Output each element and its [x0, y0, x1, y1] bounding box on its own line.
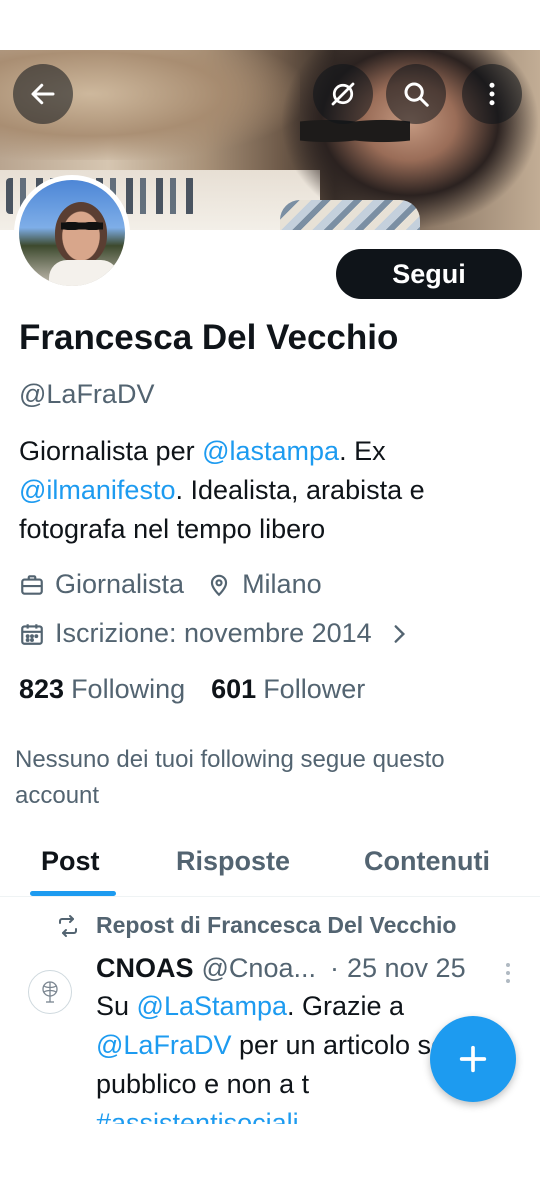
arrow-left-icon: [31, 83, 55, 105]
profile-location: Milano: [242, 569, 322, 599]
repost-label: Repost di Francesca Del Vecchio: [96, 912, 457, 938]
tweet-more-icon[interactable]: [500, 960, 516, 986]
repost-icon: [59, 914, 77, 937]
avatar-face: [55, 202, 107, 264]
plus-icon: [459, 1045, 487, 1073]
avatar-shirt: [49, 260, 119, 286]
no-mutual-followers-text: Nessuno dei tuoi following segue questo …: [15, 746, 445, 809]
banner-scarf: [280, 200, 420, 230]
bio-mention-lastampa[interactable]: @lastampa: [202, 436, 339, 466]
profile-avatar[interactable]: [14, 175, 130, 291]
more-vertical-icon: [489, 82, 495, 106]
tweet-author-handle[interactable]: @Cnoa...: [202, 953, 316, 984]
tweet-text-part: . Grazie a: [287, 991, 405, 1021]
tweet-author-avatar[interactable]: [28, 970, 72, 1014]
tweet-header: CNOAS @Cnoa... · 25 nov 25: [96, 953, 466, 984]
tweet-hashtag[interactable]: #assistentisociali: [96, 1108, 299, 1124]
tweet-mention-lafradv[interactable]: @LaFraDV: [96, 1030, 231, 1060]
followers-link[interactable]: 601 Follower: [211, 674, 365, 705]
tab-post[interactable]: Post: [41, 846, 100, 877]
profile-tabs: Post Risposte Contenuti: [0, 838, 540, 897]
tweet-separator: ·: [329, 953, 339, 983]
counts-spacer: [185, 674, 211, 705]
profile-joined: Iscrizione: novembre 2014: [55, 618, 372, 648]
chevron-right-icon: [394, 624, 405, 643]
cnoas-logo-icon: [42, 981, 58, 1003]
followers-count: 601: [211, 674, 257, 704]
tab-risposte[interactable]: Risposte: [176, 846, 290, 877]
search-button[interactable]: [386, 64, 446, 124]
tab-contenuti[interactable]: Contenuti: [364, 846, 490, 877]
location-pin-icon: [210, 574, 228, 596]
tweet-text-part: Su: [96, 991, 137, 1021]
bio-text: . Ex: [339, 436, 386, 466]
tweet-author-name[interactable]: CNOAS: [96, 953, 194, 984]
follow-button[interactable]: Segui: [336, 249, 522, 299]
grok-slash-circle-icon: [331, 82, 355, 106]
profile-bio: Giornalista per @lastampa. Ex @ilmanifes…: [19, 432, 519, 549]
search-icon: [404, 82, 429, 107]
follow-counts: 823 Following 601 Follower: [19, 674, 365, 705]
profile-meta-row: Giornalista Milano: [19, 569, 322, 600]
status-bar: [0, 0, 540, 50]
avatar-photo: [19, 180, 125, 286]
briefcase-icon: [21, 574, 43, 595]
followers-label: Follower: [263, 674, 366, 704]
profile-joined-row[interactable]: Iscrizione: novembre 2014: [19, 618, 412, 649]
back-button[interactable]: [13, 64, 73, 124]
profile-handle: @LaFraDV: [19, 379, 155, 409]
grok-button[interactable]: [313, 64, 373, 124]
bio-mention-ilmanifesto[interactable]: @ilmanifesto: [19, 475, 175, 505]
active-tab-indicator: [30, 891, 116, 896]
profile-name: Francesca Del Vecchio: [19, 318, 399, 357]
bottom-area: [0, 1124, 540, 1200]
tweet-date[interactable]: 25 nov 25: [347, 953, 466, 984]
compose-post-button[interactable]: [430, 1016, 516, 1102]
bio-text: Giornalista per: [19, 436, 203, 466]
profile-category: Giornalista: [55, 569, 185, 599]
tweet-mention-lastampa[interactable]: @LaStampa: [137, 991, 288, 1021]
calendar-icon: [21, 623, 43, 645]
following-link[interactable]: 823 Following: [19, 674, 185, 705]
avatar-sunglasses: [61, 220, 103, 232]
more-options-button[interactable]: [462, 64, 522, 124]
following-count: 823: [19, 674, 65, 704]
following-label: Following: [71, 674, 186, 704]
repost-indicator[interactable]: Repost di Francesca Del Vecchio: [56, 912, 456, 939]
